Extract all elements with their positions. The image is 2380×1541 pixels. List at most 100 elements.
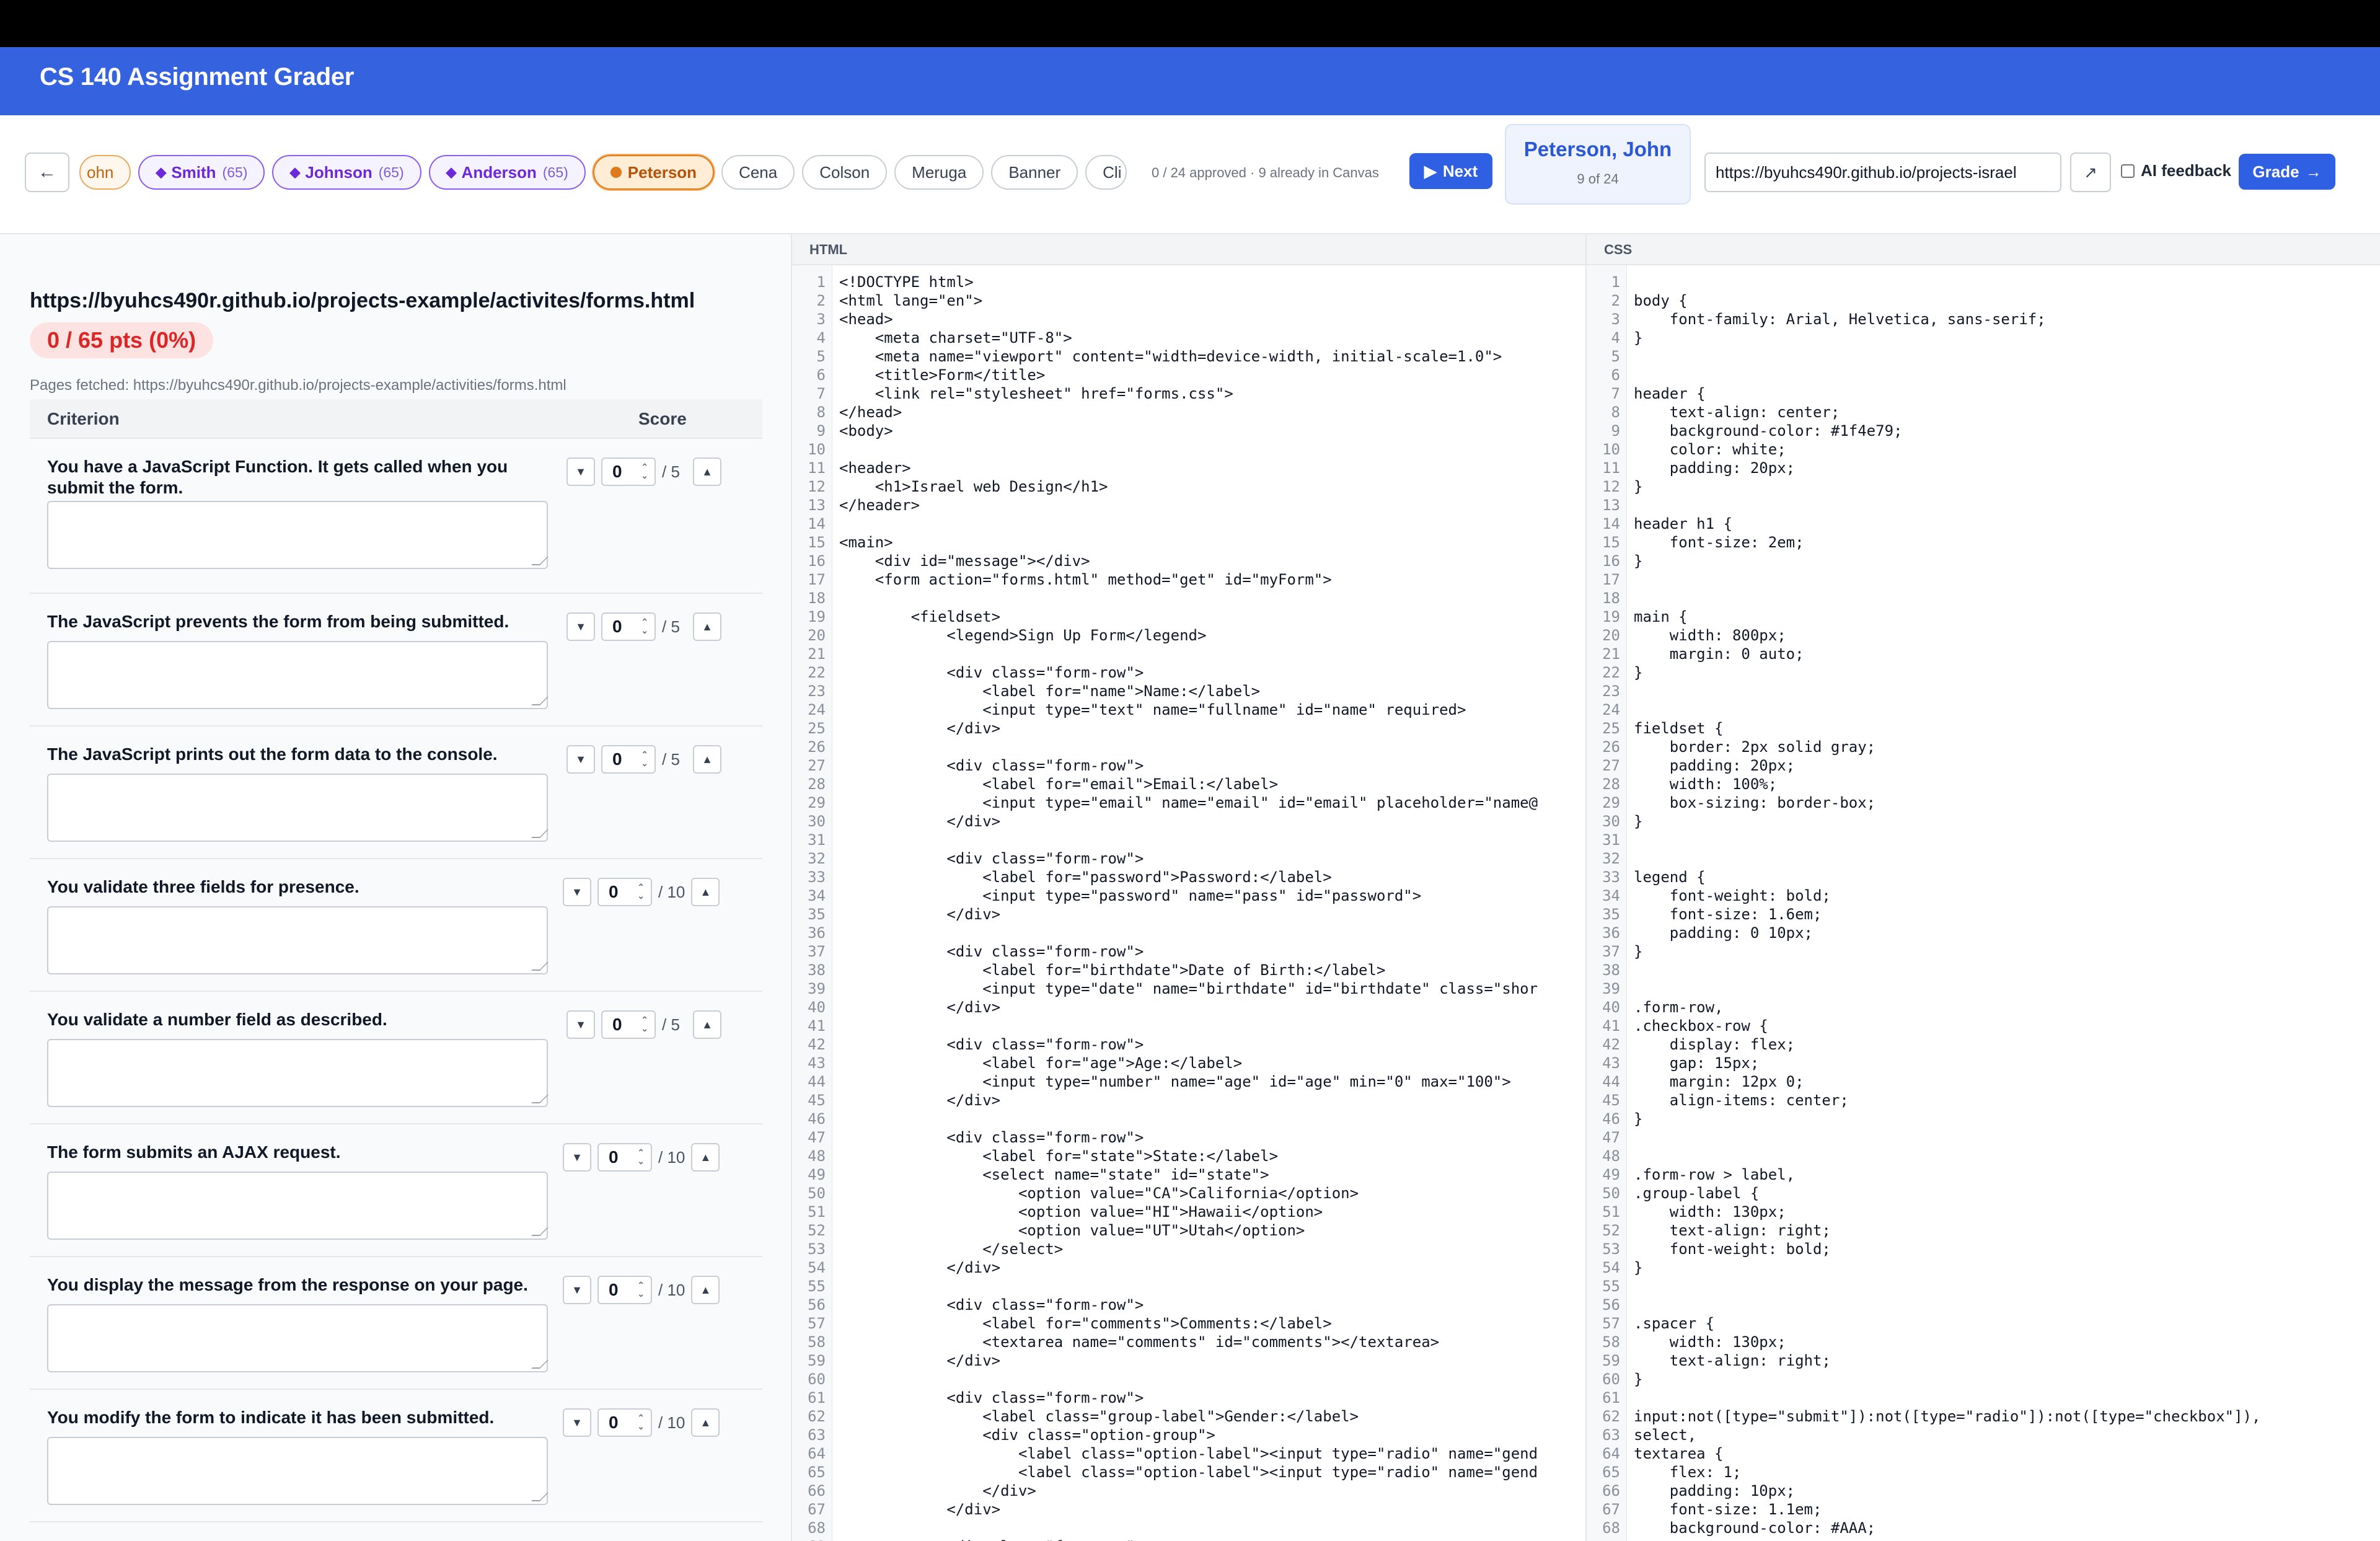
code-line: 46 xyxy=(792,1110,1585,1128)
line-number: 69 xyxy=(792,1537,826,1541)
criterion-comment-textarea[interactable] xyxy=(47,774,548,842)
line-number: 29 xyxy=(808,794,826,811)
criterion-comment-textarea[interactable] xyxy=(47,501,548,569)
code-text: </div> xyxy=(839,1352,1001,1369)
open-url-button[interactable]: ↗ xyxy=(2070,152,2111,192)
code-line: 5 xyxy=(1587,347,2380,366)
increment-button[interactable]: ▲ xyxy=(693,612,721,641)
increment-button[interactable]: ▲ xyxy=(693,745,721,774)
code-text: <form action="forms.html" method="get" i… xyxy=(839,571,1332,588)
line-number: 33 xyxy=(808,868,826,886)
increment-button[interactable]: ▲ xyxy=(693,457,721,486)
decrement-button[interactable]: ▼ xyxy=(566,745,595,774)
line-number: 22 xyxy=(1602,664,1620,681)
line-number: 34 xyxy=(808,887,826,904)
score-input[interactable]: 0 ⌃ ⌄ xyxy=(597,878,652,906)
student-chip[interactable]: ◆ Johnson (65) xyxy=(272,155,421,190)
student-chip[interactable]: ◆ Smith (65) xyxy=(138,155,265,190)
score-input[interactable]: 0 ⌃ ⌄ xyxy=(597,1408,652,1437)
student-chip[interactable]: ◆ Anderson (65) xyxy=(428,155,586,190)
decrement-button[interactable]: ▼ xyxy=(566,457,595,486)
ai-feedback-toggle[interactable]: AI feedback xyxy=(2121,161,2231,180)
code-text: <label class="option-label"><input type=… xyxy=(839,1464,1538,1481)
code-line: 43 gap: 15px; xyxy=(1587,1054,2380,1072)
student-chip[interactable]: Meruga xyxy=(894,155,984,190)
code-line: 54 </div> xyxy=(792,1258,1585,1277)
criterion-text: The JavaScript prints out the form data … xyxy=(47,744,498,764)
student-chip[interactable]: Cena xyxy=(721,155,795,190)
student-chip[interactable]: Cli xyxy=(1085,155,1127,190)
code-text: </div> xyxy=(839,1482,1036,1499)
code-line: 6 <title>Form</title> xyxy=(792,366,1585,384)
line-number: 8 xyxy=(816,404,826,421)
score-input[interactable]: 0 ⌃ ⌄ xyxy=(601,745,656,774)
code-text: .checkbox-row { xyxy=(1634,1017,1768,1035)
line-number: 23 xyxy=(1602,682,1620,700)
criterion-comment-textarea[interactable] xyxy=(47,1172,548,1240)
code-text: margin: 12px 0; xyxy=(1634,1073,1804,1090)
grade-button[interactable]: Grade → xyxy=(2239,154,2335,190)
line-number: 1 xyxy=(816,273,826,291)
line-number: 52 xyxy=(1602,1222,1620,1239)
code-text: <!DOCTYPE html> xyxy=(839,273,974,291)
score-input[interactable]: 0 ⌃ ⌄ xyxy=(601,457,656,486)
increment-button[interactable]: ▲ xyxy=(691,1408,720,1437)
decrement-button[interactable]: ▼ xyxy=(563,1143,591,1172)
line-number: 13 xyxy=(1602,497,1620,514)
code-line: 65 <label class="option-label"><input ty… xyxy=(792,1463,1585,1481)
html-code-view: 1 <!DOCTYPE html> 2 <html lang="en"> 3 <head>… xyxy=(792,265,1585,1541)
score-input[interactable]: 0 ⌃ ⌄ xyxy=(601,612,656,641)
decrement-button[interactable]: ▼ xyxy=(566,612,595,641)
increment-button[interactable]: ▲ xyxy=(693,1010,721,1039)
submission-url-input[interactable] xyxy=(1704,152,2061,192)
line-number: 34 xyxy=(1602,887,1620,904)
criterion-comment-textarea[interactable] xyxy=(47,1039,548,1107)
code-text: .form-row > label, xyxy=(1634,1166,1796,1183)
student-chip[interactable]: Colson xyxy=(802,155,888,190)
code-line: 39 xyxy=(1587,979,2380,998)
line-number: 64 xyxy=(808,1445,826,1462)
window-top-strip xyxy=(0,0,2380,47)
student-chip[interactable]: ohn xyxy=(79,155,131,190)
decrement-button[interactable]: ▼ xyxy=(563,1408,591,1437)
line-number: 30 xyxy=(808,813,826,830)
code-line: 15 font-size: 2em; xyxy=(1587,533,2380,552)
code-line: 12} xyxy=(1587,477,2380,496)
criterion-comment-textarea[interactable] xyxy=(47,906,548,974)
code-text: <label for="age">Age:</label> xyxy=(839,1054,1243,1072)
code-text: <html lang="en"> xyxy=(839,292,983,309)
increment-button[interactable]: ▲ xyxy=(691,1276,720,1304)
points-badge: 0 / 65 pts (0%) xyxy=(30,322,214,358)
increment-button[interactable]: ▲ xyxy=(691,1143,720,1172)
score-input[interactable]: 0 ⌃ ⌄ xyxy=(601,1010,656,1039)
code-text: <select name="state" id="state"> xyxy=(839,1166,1269,1183)
line-number: 62 xyxy=(1602,1408,1620,1425)
criterion-comment-textarea[interactable] xyxy=(47,1437,548,1505)
ai-feedback-checkbox[interactable] xyxy=(2121,164,2135,178)
criterion-comment-textarea[interactable] xyxy=(47,641,548,709)
code-line: 4 <meta charset="UTF-8"> xyxy=(792,329,1585,347)
increment-button[interactable]: ▲ xyxy=(691,878,720,906)
next-button[interactable]: ▶ Next xyxy=(1409,153,1492,189)
code-line: 24 <input type="text" name="fullname" id… xyxy=(792,700,1585,719)
decrement-button[interactable]: ▼ xyxy=(563,878,591,906)
score-input[interactable]: 0 ⌃ ⌄ xyxy=(597,1143,652,1172)
triangle-up-icon: ▲ xyxy=(700,885,712,898)
decrement-button[interactable]: ▼ xyxy=(563,1276,591,1304)
score-input[interactable]: 0 ⌃ ⌄ xyxy=(597,1276,652,1304)
code-text: <head> xyxy=(839,311,893,328)
line-number: 43 xyxy=(808,1054,826,1072)
line-number: 61 xyxy=(1602,1389,1620,1406)
code-text: } xyxy=(1634,1371,1643,1388)
app-header: CS 140 Assignment Grader xyxy=(0,47,2380,115)
student-chip[interactable]: Peterson xyxy=(593,155,715,190)
student-chip-count: (65) xyxy=(222,164,248,180)
line-number: 35 xyxy=(1602,906,1620,923)
pages-fetched: Pages fetched: https://byuhcs490r.github… xyxy=(30,377,566,394)
decrement-button[interactable]: ▼ xyxy=(566,1010,595,1039)
line-number: 54 xyxy=(808,1259,826,1276)
back-button[interactable]: ← xyxy=(25,152,69,192)
criterion-comment-textarea[interactable] xyxy=(47,1304,548,1372)
student-chip[interactable]: Banner xyxy=(991,155,1078,190)
line-number: 22 xyxy=(808,664,826,681)
